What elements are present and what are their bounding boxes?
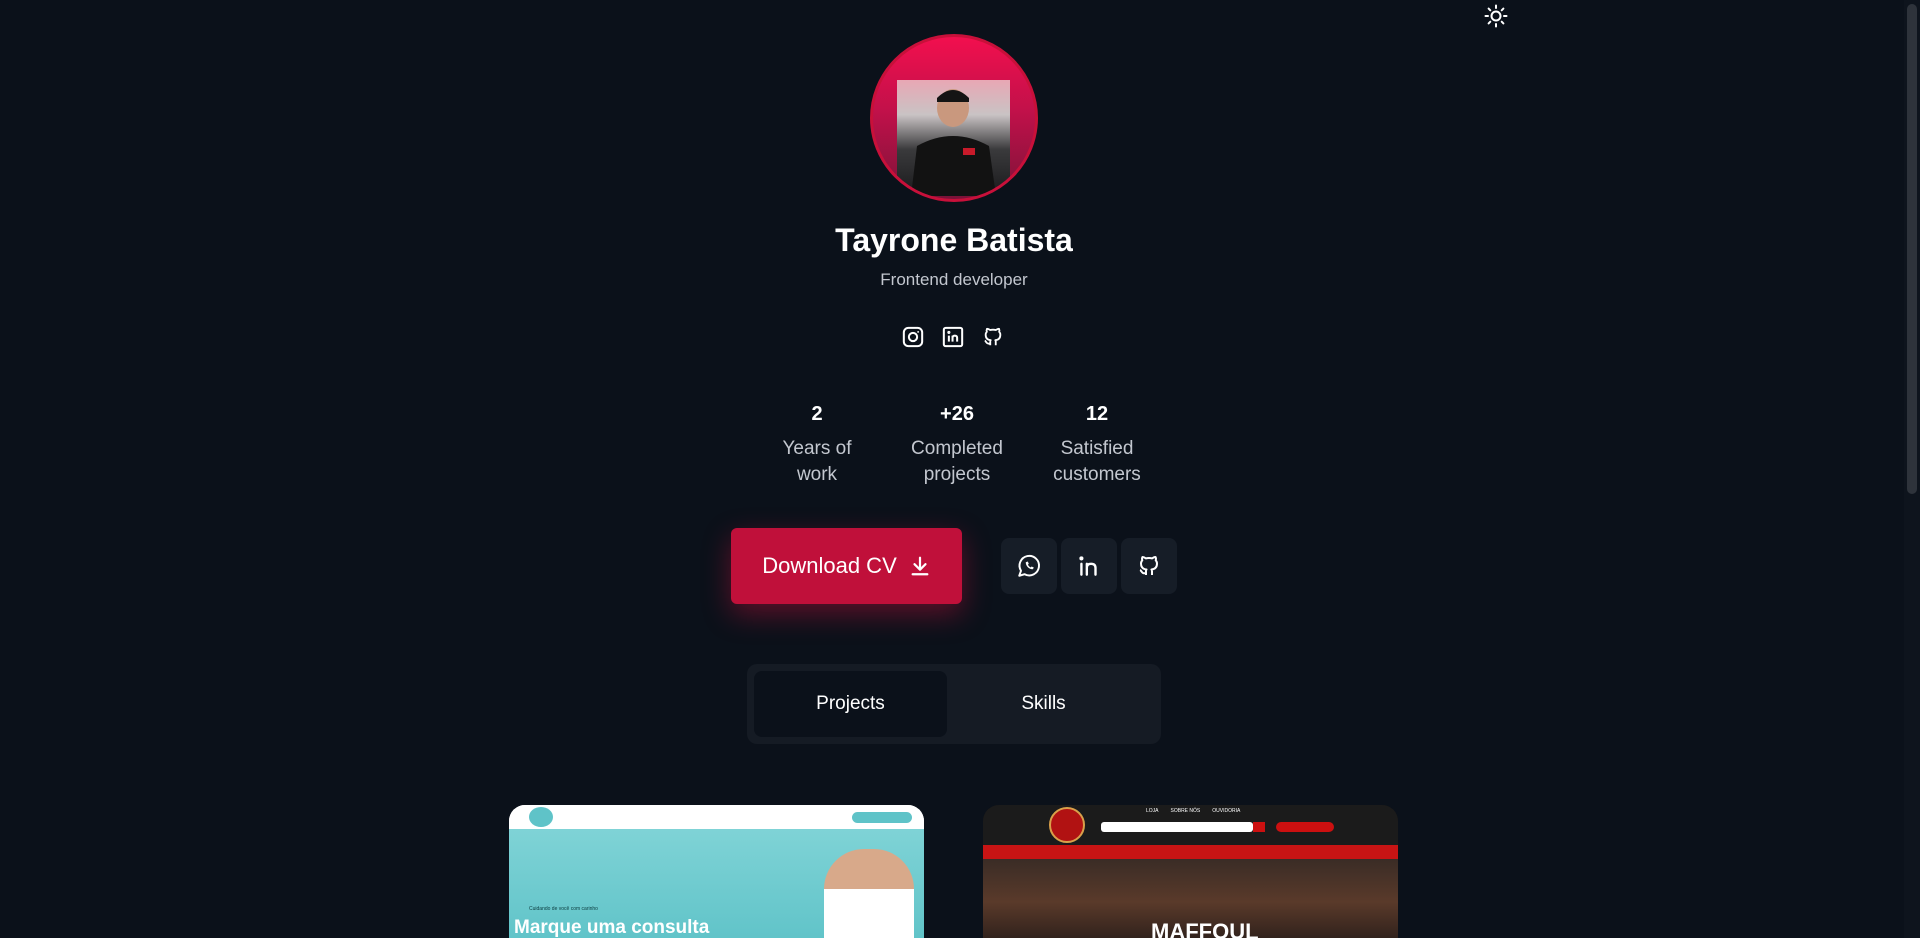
- project-headline: Marque uma consulta: [514, 917, 710, 938]
- scrollbar-thumb[interactable]: [1907, 4, 1917, 494]
- project-thumbnail-nav: [509, 805, 924, 829]
- menu-item: LOJA: [1146, 808, 1159, 814]
- project-headline: MAFFOUL: [1151, 919, 1259, 938]
- tab-skills[interactable]: Skills: [947, 671, 1140, 737]
- project-thumbnail-button: [852, 812, 912, 823]
- project-thumbnail-navbar: [983, 845, 1398, 859]
- section-tabs: Projects Skills: [747, 664, 1161, 744]
- stat-label: Completed projects: [911, 438, 1003, 485]
- profile-role: Frontend developer: [880, 270, 1028, 289]
- instagram-icon: [902, 326, 924, 348]
- stat-label: Satisfied customers: [1053, 438, 1141, 485]
- avatar-photo: [897, 80, 1010, 196]
- github-icon: [984, 327, 1002, 346]
- menu-item: SOBRE NÓS: [1170, 808, 1201, 814]
- whatsapp-button[interactable]: [1001, 538, 1057, 594]
- project-card[interactable]: LOJA SOBRE NÓS OUVIDORIA MAFFOUL: [983, 805, 1398, 938]
- project-thumbnail-menu: LOJA SOBRE NÓS OUVIDORIA: [1146, 808, 1240, 814]
- stat-label: Years of work: [782, 438, 852, 485]
- project-thumbnail-search: [1101, 822, 1253, 832]
- stats: 2 Years of work +26 Completed projects 1…: [747, 403, 1167, 488]
- project-thumbnail-header: LOJA SOBRE NÓS OUVIDORIA: [983, 805, 1398, 845]
- project-logo: [529, 807, 553, 827]
- stat-value: 2: [811, 403, 823, 425]
- whatsapp-icon: [1018, 554, 1040, 577]
- github-link[interactable]: [981, 325, 1005, 349]
- stat-value: +26: [940, 403, 974, 425]
- stat-projects: +26 Completed projects: [887, 403, 1027, 488]
- sun-icon: [1484, 4, 1508, 28]
- project-logo: [1049, 807, 1085, 843]
- linkedin-icon: [942, 326, 964, 348]
- download-icon: [911, 556, 929, 576]
- linkedin-button[interactable]: [1061, 538, 1117, 594]
- linkedin-icon: [1079, 556, 1097, 576]
- tab-projects[interactable]: Projects: [754, 671, 947, 737]
- download-cv-label: Download CV: [762, 553, 897, 578]
- linkedin-link[interactable]: [941, 325, 965, 349]
- theme-toggle-button[interactable]: [1483, 3, 1509, 29]
- scrollbar[interactable]: [1904, 0, 1920, 938]
- instagram-link[interactable]: [901, 325, 925, 349]
- github-icon: [1139, 556, 1158, 575]
- social-links: [901, 325, 1005, 349]
- project-caption: Cuidando de você com carinho: [529, 906, 598, 912]
- profile-name: Tayrone Batista: [835, 222, 1073, 258]
- project-card[interactable]: Cuidando de você com carinho Marque uma …: [509, 805, 924, 938]
- stat-value: 12: [1085, 403, 1109, 425]
- project-thumbnail-person: [824, 849, 914, 938]
- menu-item: OUVIDORIA: [1212, 808, 1241, 814]
- avatar: [870, 34, 1038, 202]
- project-thumbnail-button: [1276, 822, 1334, 832]
- download-cv-button[interactable]: Download CV: [731, 528, 962, 604]
- github-button[interactable]: [1121, 538, 1177, 594]
- project-thumbnail-search-button: [1253, 822, 1265, 832]
- stat-years: 2 Years of work: [747, 403, 887, 488]
- stat-customers: 12 Satisfied customers: [1027, 403, 1167, 488]
